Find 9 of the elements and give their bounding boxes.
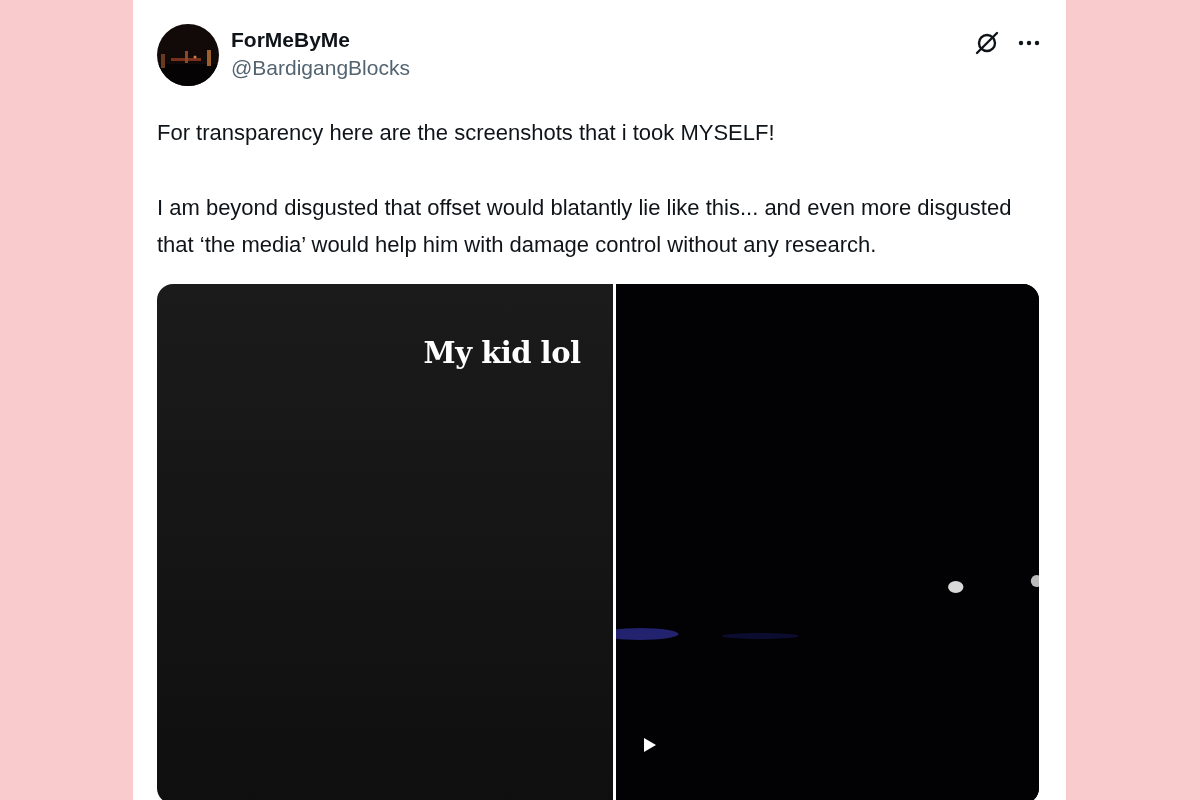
tweet-text: I am beyond disgusted that offset would blatantly lie like this... and even more disgusted that ‘the media’ would help him with damage control without any research. xyxy=(157,193,1013,259)
screenshot-caption: My kid lol xyxy=(423,335,581,370)
play-icon[interactable] xyxy=(642,736,657,753)
tweet-text: For transparency here are the screenshots that i took MYSELF! xyxy=(157,119,776,147)
author-name[interactable]: ForMeByMe xyxy=(231,28,962,52)
slashed-circle-icon[interactable] xyxy=(974,30,1000,56)
screenshot-image[interactable]: My kid lol xyxy=(157,283,613,800)
more-icon[interactable] xyxy=(1018,40,1040,46)
author-handle[interactable]: @BardigangBlocks xyxy=(231,56,962,80)
